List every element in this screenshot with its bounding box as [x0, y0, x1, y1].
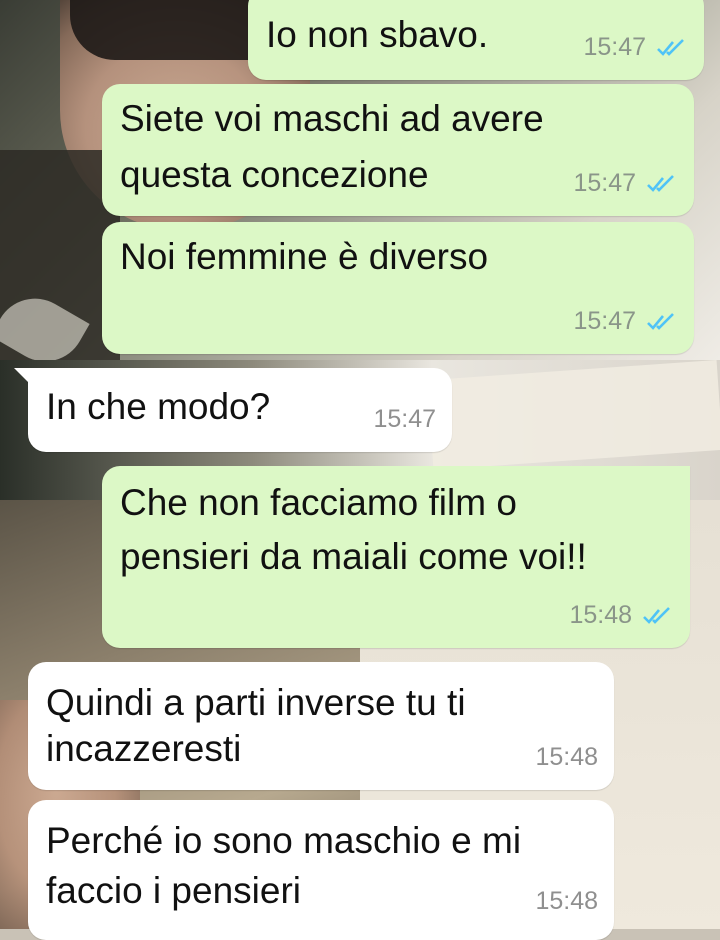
message-time: 15:47: [373, 405, 436, 433]
message-bubble-incoming[interactable]: Quindi a parti inverse tu ti incazzerest…: [28, 662, 614, 790]
message-bubble-incoming[interactable]: Perché io sono maschio e mi faccio i pen…: [28, 800, 614, 940]
message-text: Io non sbavo.: [266, 14, 489, 55]
message-bubble-outgoing[interactable]: Io non sbavo. 15:47: [248, 0, 704, 80]
message-bubble-outgoing[interactable]: Che non facciamo film o pensieri da maia…: [102, 466, 690, 648]
message-time: 15:48: [535, 743, 598, 771]
message-time: 15:47: [573, 169, 636, 197]
message-text: Noi femmine è diverso: [120, 236, 489, 277]
message-text-line-1: Perché io sono maschio e mi: [46, 820, 522, 861]
message-meta: 15:47: [573, 159, 676, 208]
message-text: In che modo?: [46, 386, 271, 427]
message-meta: 15:48: [569, 591, 672, 640]
message-bubble-incoming[interactable]: In che modo? 15:47: [14, 368, 452, 452]
message-meta: 15:47: [373, 395, 436, 444]
bubble-tail: [14, 368, 32, 386]
double-check-read-icon: [657, 38, 684, 56]
message-text-line-1: Che non facciamo film o: [120, 482, 517, 523]
double-check-read-icon: [643, 606, 670, 624]
message-bubble-outgoing[interactable]: Noi femmine è diverso 15:47: [102, 222, 694, 354]
message-text-line-1: Siete voi maschi ad avere: [120, 98, 544, 139]
message-time: 15:48: [535, 887, 598, 915]
message-text-line-2: questa concezione: [120, 154, 429, 195]
message-meta: 15:47: [573, 297, 676, 346]
message-bubble-outgoing[interactable]: Siete voi maschi ad avere questa concezi…: [102, 84, 694, 216]
double-check-read-icon: [647, 312, 674, 330]
message-meta: 15:47: [583, 23, 686, 72]
double-check-read-icon: [647, 174, 674, 192]
message-meta: 15:48: [535, 877, 598, 926]
message-time: 15:48: [569, 601, 632, 629]
message-time: 15:47: [583, 33, 646, 61]
message-meta: 15:48: [535, 733, 598, 782]
message-time: 15:47: [573, 307, 636, 335]
message-text-line-2: faccio i pensieri: [46, 870, 302, 911]
message-text-line-2: incazzeresti: [46, 728, 242, 769]
message-text-line-1: Quindi a parti inverse tu ti: [46, 682, 466, 723]
message-text-line-2: pensieri da maiali come voi!!: [120, 536, 587, 577]
